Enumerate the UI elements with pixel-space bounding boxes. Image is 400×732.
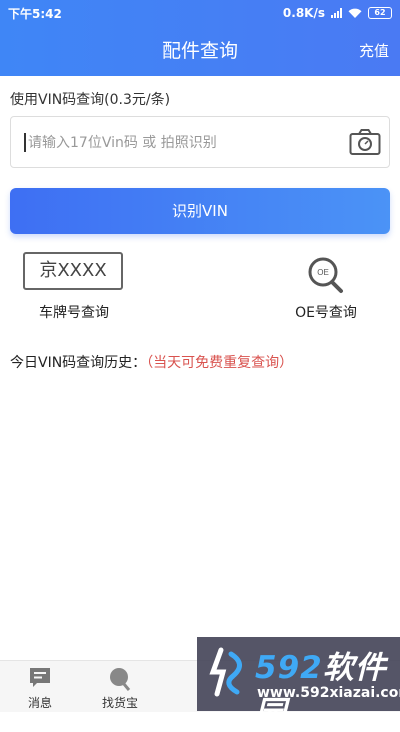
battery-icon: 62 bbox=[368, 7, 392, 19]
plate-sample: 京XXXX bbox=[23, 252, 123, 290]
watermark: 592软件园 www.592xiazai.com bbox=[197, 637, 400, 731]
status-bar: 下午5:42 0.8K/s 62 bbox=[0, 0, 400, 26]
plate-query-button[interactable]: 京XXXX 车牌号查询 bbox=[20, 252, 128, 322]
oe-badge: OE bbox=[317, 268, 329, 277]
wifi-icon bbox=[348, 8, 362, 18]
page-title: 配件查询 bbox=[161, 40, 238, 62]
history-note: （当天可免费重复查询） bbox=[146, 355, 294, 371]
watermark-url: www.592xiazai.com bbox=[257, 685, 400, 701]
tab-messages-label: 消息 bbox=[27, 696, 52, 710]
status-time: 下午5:42 bbox=[8, 6, 62, 21]
recharge-button[interactable]: 充值 bbox=[359, 26, 389, 76]
camera-icon[interactable] bbox=[349, 128, 381, 156]
oe-search-icon: OE bbox=[308, 257, 343, 293]
plate-query-label: 车牌号查询 bbox=[39, 305, 109, 321]
message-icon bbox=[30, 668, 50, 687]
signal-icon bbox=[331, 8, 342, 18]
search-icon bbox=[110, 668, 131, 691]
network-speed: 0.8K/s bbox=[282, 6, 325, 20]
oe-query-label: OE号查询 bbox=[295, 305, 357, 321]
oe-query-button[interactable]: OE OE号查询 bbox=[290, 256, 362, 322]
history-heading: 今日VIN码查询历史：（当天可免费重复查询） bbox=[10, 352, 293, 372]
watermark-logo-icon bbox=[209, 647, 242, 697]
identify-vin-button[interactable]: 识别VIN bbox=[10, 188, 390, 234]
tab-find-parts-label: 找货宝 bbox=[101, 696, 138, 710]
history-label: 今日VIN码查询历史： bbox=[10, 355, 147, 371]
watermark-number: 592 bbox=[255, 650, 323, 686]
tab-find-parts[interactable]: 找货宝 bbox=[80, 661, 160, 712]
vin-input[interactable]: 请输入17位Vin码 或 拍照识别 bbox=[10, 116, 390, 168]
vin-price-hint: 使用VIN码查询(0.3元/条) bbox=[10, 92, 171, 108]
battery-level: 62 bbox=[374, 8, 386, 17]
tab-messages[interactable]: 消息 bbox=[0, 661, 80, 712]
app-header: 配件查询 充值 bbox=[0, 26, 400, 76]
vin-input-placeholder: 请输入17位Vin码 或 拍照识别 bbox=[28, 135, 217, 151]
text-caret bbox=[24, 133, 26, 152]
